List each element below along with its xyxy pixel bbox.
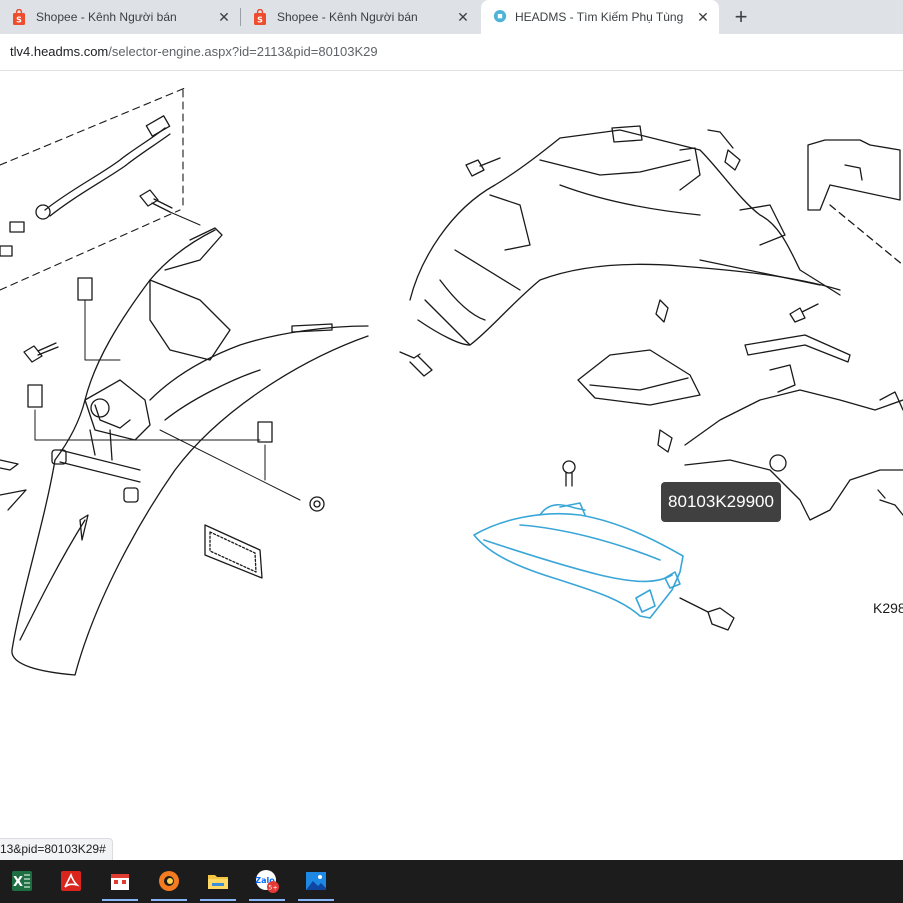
tab-title: Shopee - Kênh Người bán [277,10,418,24]
browser-tab-strip: S Shopee - Kênh Người bán ✕ S Shopee - K… [0,0,903,34]
excel-icon: X [12,871,32,891]
url-text[interactable]: tlv4.headms.com/selector-engine.aspx?id=… [10,44,378,59]
svg-text:S: S [16,16,22,25]
link-status-bar: 13&pid=80103K29# [0,838,113,861]
zalo-badge: 5+ [268,884,278,892]
taskbar-photos[interactable] [294,862,338,901]
taskbar-zalo[interactable]: Zalo 5+ [245,862,289,901]
zalo-icon: Zalo 5+ [255,870,279,893]
rear-frame-cover [409,125,841,346]
diagram-code-label: K298 [873,600,903,616]
part-number-tooltip: 80103K29900 [661,482,781,522]
tab-shopee-1[interactable]: S Shopee - Kênh Người bán ✕ [0,0,240,34]
tab-close-icon[interactable]: ✕ [695,9,711,25]
tab-close-icon[interactable]: ✕ [216,9,232,25]
tab-shopee-2[interactable]: S Shopee - Kênh Người bán ✕ [241,0,479,34]
taskbar-coccoc[interactable] [147,862,191,901]
tail-housing [577,349,701,453]
coc-coc-browser-icon [159,871,179,891]
rear-fender [11,227,369,676]
svg-text:S: S [257,16,263,25]
url-host: tlv4.headms.com [10,44,109,59]
shopee-bag-icon: S [254,9,266,25]
bolt [465,129,819,323]
taskbar-excel[interactable]: X [0,862,44,901]
address-bar[interactable]: tlv4.headms.com/selector-engine.aspx?id=… [0,34,903,71]
office-app-icon [111,874,129,890]
parts-exploded-diagram: K298 [0,87,903,676]
side-panel [807,139,903,266]
leader-lines [34,211,301,501]
reflector [204,524,263,579]
taskbar-office-app[interactable] [98,862,142,901]
headms-icon [493,10,507,23]
highlighted-part-80103K29900[interactable] [473,502,684,619]
tab-headms[interactable]: HEADMS - Tìm Kiếm Phụ Tùng ✕ [481,0,719,34]
tab-title: HEADMS - Tìm Kiếm Phụ Tùng [515,10,684,24]
screw [679,597,735,631]
tab-title: Shopee - Kênh Người bán [36,10,177,24]
url-path: /selector-engine.aspx?id=2113&pid=80103K… [108,44,378,59]
tab-close-icon[interactable]: ✕ [455,9,471,25]
bracket [744,334,851,363]
screw [562,460,576,487]
fragment [0,459,27,511]
photos-icon [306,872,326,890]
taskbar-acrobat[interactable] [49,862,93,901]
windows-taskbar: X Zalo 5+ [0,860,903,903]
file-explorer-icon [208,875,228,889]
small-clip [0,221,25,257]
acrobat-icon [61,871,81,891]
shopee-bag-icon: S [13,9,25,25]
taskbar-file-explorer[interactable] [196,862,240,901]
new-tab-button[interactable]: + [731,5,751,29]
frame-line [0,87,186,291]
svg-text:X: X [13,875,23,890]
wire-harness [35,115,171,220]
